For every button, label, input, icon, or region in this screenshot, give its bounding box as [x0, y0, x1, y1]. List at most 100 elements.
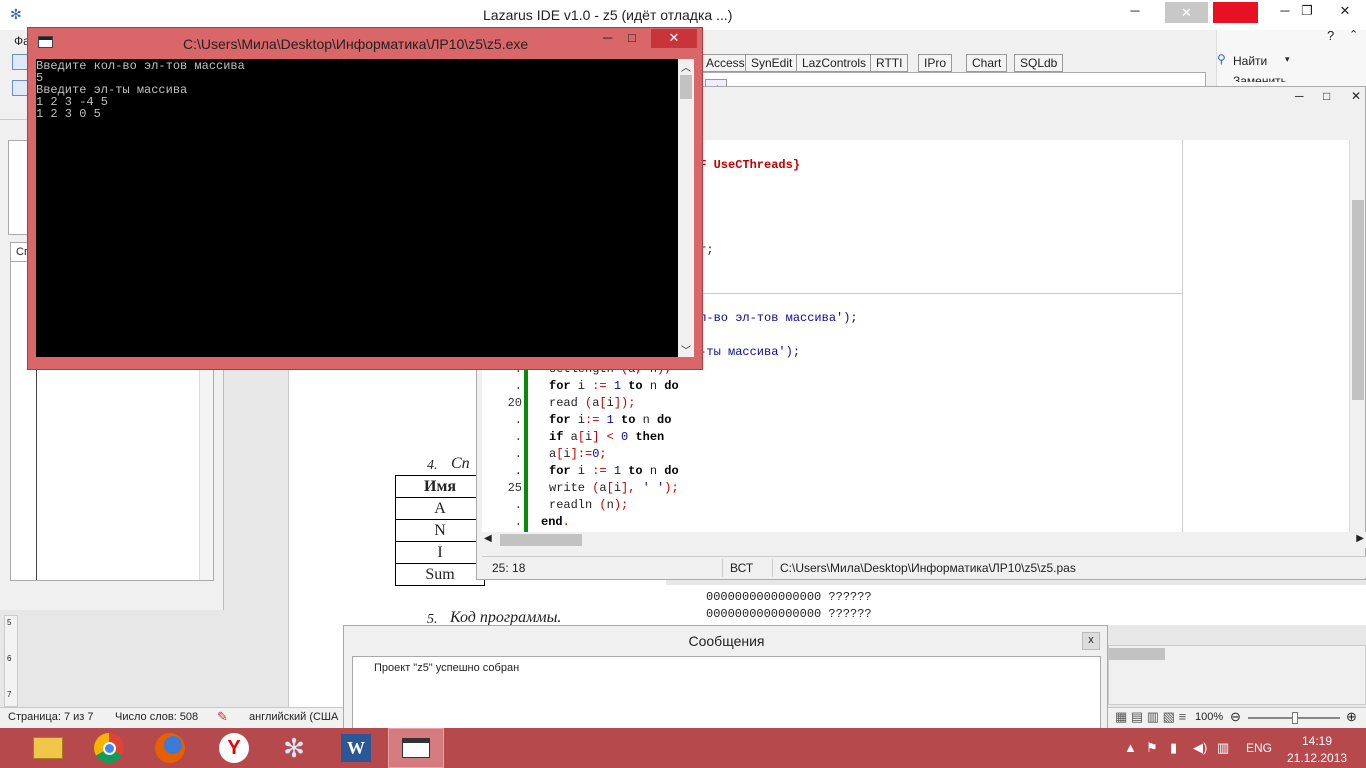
lazarus-taskbar-icon: ✻	[283, 732, 305, 763]
taskbar-lazarus[interactable]: ✻	[266, 728, 322, 768]
ribbon-collapse-icon[interactable]: ⌃	[1349, 28, 1358, 41]
word-close-button[interactable]: ✕	[1328, 0, 1362, 24]
palette-tab-sqldb[interactable]: SQLdb	[1014, 54, 1064, 72]
console-output[interactable]: Введите кол-во эл-тов массива 5 Введите эл…	[36, 59, 678, 357]
console-title: C:\Users\Мила\Desktop\Информатика\ЛР10\z…	[183, 36, 529, 52]
right-text-line: 0000000000000000 ??????	[706, 607, 872, 621]
zoom-in-icon[interactable]: ⊕	[1346, 709, 1357, 725]
scroll-thumb[interactable]	[1352, 200, 1364, 400]
editor-minimize[interactable]: ─	[1295, 89, 1304, 103]
scroll-thumb[interactable]	[1109, 648, 1165, 660]
taskbar-explorer[interactable]	[20, 728, 76, 768]
replace-button[interactable]: Заменить	[1233, 74, 1287, 82]
file-path: C:\Users\Мила\Desktop\Информатика\ЛР10\z…	[780, 561, 1076, 575]
palette-tab-rtti[interactable]: RTTI	[870, 54, 909, 72]
code-text: end.	[541, 515, 570, 529]
folder-icon	[33, 737, 63, 759]
code-text: read (a[i]);	[549, 396, 636, 410]
status-words[interactable]: Число слов: 508	[115, 711, 198, 723]
palette-tab-chart[interactable]: Chart	[966, 54, 1008, 72]
scroll-right-arrow[interactable]: ▶	[1356, 533, 1364, 544]
lazarus-icon: ✻	[10, 6, 22, 22]
zoom-slider-thumb[interactable]	[1292, 712, 1298, 724]
toolbar-button[interactable]	[12, 54, 28, 70]
ruler-mark: 5	[7, 618, 12, 627]
zoom-slider[interactable]	[1248, 712, 1340, 724]
line-number: .	[514, 447, 522, 461]
language-indicator[interactable]: ENG	[1246, 741, 1272, 755]
status-language[interactable]: английский (США	[249, 711, 338, 723]
ribbon-help-icon[interactable]: ?	[1327, 28, 1334, 43]
red-close-block[interactable]	[1213, 2, 1258, 23]
word-icon: W	[341, 734, 371, 762]
console-scrollbar[interactable]: ︿ ﹀	[678, 59, 694, 357]
status-divider	[772, 559, 773, 577]
tray-volume-icon[interactable]: ◀)	[1193, 740, 1207, 756]
tray-flag-icon[interactable]: ⚑	[1146, 740, 1158, 756]
console-close-button[interactable]: ✕	[651, 29, 697, 48]
line-number: .	[514, 464, 522, 478]
tray-up-icon[interactable]: ▲	[1124, 740, 1137, 755]
messages-list[interactable]: Проект "z5" успешно собран	[352, 656, 1101, 736]
lazarus-close-button[interactable]: ✕	[1165, 2, 1208, 23]
minimap-panel	[1182, 140, 1349, 532]
table-row: N	[395, 519, 485, 542]
editor-scrollbar-horizontal[interactable]: ◀ ▶	[482, 532, 1366, 548]
taskbar-word[interactable]: W	[328, 728, 384, 768]
table-row: I	[395, 541, 485, 564]
scroll-thumb[interactable]	[680, 75, 692, 99]
zoom-out-icon[interactable]: ⊖	[1230, 709, 1241, 725]
messages-close-button[interactable]: x	[1082, 632, 1100, 650]
clock-date[interactable]: 21.12.2013	[1287, 751, 1347, 765]
scroll-up-arrow[interactable]: ︿	[681, 59, 691, 74]
editor-status-bar: 25: 18 ВСТ C:\Users\Мила\Desktop\Информа…	[482, 556, 1366, 578]
code-line: . if a[i] < 0 then	[482, 429, 1182, 446]
code-line: . for i := 1 to n do	[482, 463, 1182, 480]
yandex-icon: Y	[219, 733, 249, 763]
list-number-4: 4.	[427, 458, 438, 473]
palette-tab-ipro[interactable]: IPro	[918, 54, 953, 72]
console-text: Введите кол-во эл-тов массива 5 Введите эл…	[36, 60, 245, 120]
line-number: .	[514, 379, 522, 393]
word-restore-button[interactable]: ❐	[1290, 0, 1324, 24]
palette-tab-synedit[interactable]: SynEdit	[745, 54, 799, 72]
find-dropdown-icon[interactable]: ▾	[1285, 54, 1290, 65]
code-text: a[i]:=0;	[549, 447, 607, 461]
tray-network-icon[interactable]: ▥	[1217, 740, 1229, 756]
taskbar-firefox[interactable]	[142, 728, 198, 768]
console-maximize[interactable]: □	[628, 30, 636, 45]
zoom-level[interactable]: 100%	[1195, 711, 1223, 723]
code-line: . for i := 1 to n do	[482, 378, 1182, 395]
ruler-mark: 7	[7, 690, 12, 699]
taskbar-yandex[interactable]: Y	[206, 728, 262, 768]
clock-time[interactable]: 14:19	[1302, 734, 1332, 748]
minimize-button[interactable]: ─	[1118, 0, 1152, 24]
status-page[interactable]: Страница: 7 из 7	[8, 711, 94, 723]
cursor-position: 25: 18	[492, 561, 526, 575]
palette-tab-access[interactable]: Access	[700, 54, 751, 72]
find-icon[interactable]: ⚲	[1217, 52, 1226, 66]
line-number: .	[514, 430, 522, 444]
taskbar-chrome[interactable]	[81, 728, 137, 768]
code-line: 20 read (a[i]);	[482, 395, 1182, 412]
table-header-name: Имя	[395, 475, 485, 498]
view-buttons[interactable]: ▦ ▤ ▥ ▧ ≡	[1115, 709, 1186, 725]
scroll-down-arrow[interactable]: ﹀	[681, 342, 691, 357]
code-text: for i := 1 to n do	[549, 379, 679, 393]
palette-tab-lazcontrols[interactable]: LazControls	[796, 54, 873, 72]
editor-restore[interactable]: □	[1323, 89, 1330, 103]
taskbar-console[interactable]	[388, 728, 444, 768]
message-item[interactable]: Проект "z5" успешно собран	[374, 662, 519, 674]
tray-battery-icon[interactable]: ▮	[1170, 740, 1177, 756]
editor-close[interactable]: ✕	[1351, 89, 1361, 103]
right-text-line: 0000000000000000 ??????	[706, 590, 872, 604]
line-number: 25	[507, 481, 522, 495]
scroll-left-arrow[interactable]: ◀	[484, 533, 492, 544]
line-number: 20	[507, 396, 522, 410]
editor-scrollbar-vertical[interactable]	[1349, 140, 1365, 532]
toolbar-button[interactable]	[12, 80, 28, 96]
find-button[interactable]: Найти	[1233, 54, 1267, 68]
proofing-icon[interactable]: ✎	[217, 709, 228, 725]
scroll-thumb[interactable]	[500, 534, 582, 546]
console-minimize[interactable]: ─	[603, 30, 612, 45]
